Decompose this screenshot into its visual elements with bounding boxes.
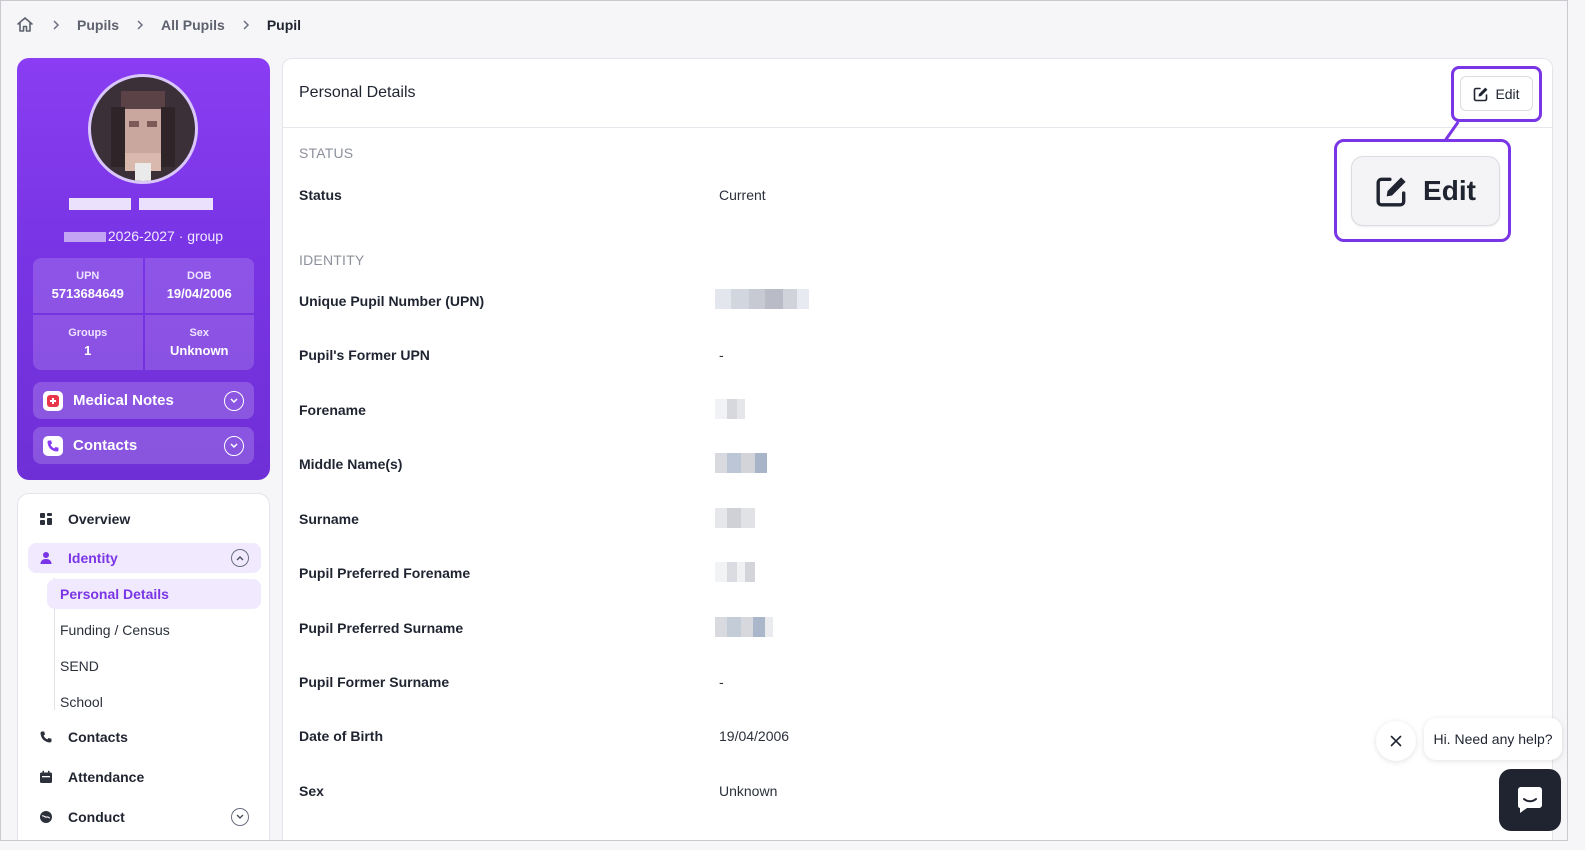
- close-icon: [1390, 735, 1402, 747]
- field-value-status: Current: [719, 187, 766, 203]
- globe-icon: [38, 809, 54, 825]
- breadcrumb-all-pupils[interactable]: All Pupils: [161, 17, 225, 33]
- nav-conduct[interactable]: Conduct: [28, 802, 261, 832]
- home-icon[interactable]: [15, 15, 35, 35]
- field-label-surname: Surname: [299, 511, 359, 527]
- field-label-dob: Date of Birth: [299, 728, 383, 744]
- pupil-side-nav: Overview Identity Personal Details Fundi…: [17, 493, 270, 840]
- breadcrumb: Pupils All Pupils Pupil: [15, 13, 301, 37]
- nav-attendance[interactable]: Attendance: [28, 762, 261, 792]
- chevron-up-icon[interactable]: [231, 549, 249, 567]
- chevron-down-icon[interactable]: [231, 808, 249, 826]
- nav-identity[interactable]: Identity: [28, 543, 261, 573]
- breadcrumb-pupil: Pupil: [266, 17, 302, 33]
- help-message-bubble[interactable]: Hi. Need any help?: [1424, 718, 1562, 760]
- grid-icon: [38, 511, 54, 527]
- field-value-former-surname: -: [719, 674, 724, 690]
- edit-zoom-callout: Edit: [1334, 139, 1511, 242]
- field-value-forename-redacted: [715, 399, 745, 419]
- medical-icon: [43, 390, 63, 411]
- section-status: STATUS: [299, 145, 354, 161]
- edit-button-zoomed: Edit: [1351, 156, 1500, 226]
- nav-contacts[interactable]: Contacts: [28, 722, 261, 752]
- field-label-status: Status: [299, 187, 342, 203]
- field-value-preferred-forename-redacted: [715, 562, 755, 582]
- panel-header: Personal Details Edit: [283, 59, 1552, 128]
- contacts-toggle[interactable]: Contacts: [33, 427, 254, 464]
- chevron-right-icon: [51, 19, 61, 31]
- phone-icon: [43, 435, 63, 456]
- group-line: 2026-2027 · group: [17, 228, 270, 244]
- field-label-preferred-surname: Pupil Preferred Surname: [299, 620, 464, 636]
- subnav-send[interactable]: SEND: [47, 651, 261, 681]
- phone-icon: [38, 729, 54, 745]
- subnav-school[interactable]: School: [47, 687, 261, 717]
- user-icon: [38, 550, 54, 566]
- field-label-sex: Sex: [299, 783, 324, 799]
- app-window: Pupils All Pupils Pupil 2026-2027 · grou…: [0, 0, 1568, 841]
- field-label-former-upn: Pupil's Former UPN: [299, 347, 430, 363]
- field-value-former-upn: -: [719, 347, 724, 363]
- edit-icon: [1473, 86, 1489, 102]
- stat-dob: DOB 19/04/2006: [144, 258, 254, 313]
- edit-button[interactable]: Edit: [1460, 76, 1533, 111]
- calendar-icon: [38, 769, 54, 785]
- help-close-button[interactable]: [1376, 721, 1416, 761]
- stat-upn: UPN 5713684649: [33, 258, 143, 313]
- subnav-personal-details[interactable]: Personal Details: [47, 579, 261, 609]
- chat-icon: [1513, 783, 1547, 817]
- field-label-preferred-forename: Pupil Preferred Forename: [299, 565, 471, 581]
- chevron-right-icon: [241, 19, 251, 31]
- field-label-upn: Unique Pupil Number (UPN): [299, 293, 485, 309]
- breadcrumb-pupils[interactable]: Pupils: [77, 17, 119, 33]
- edit-icon: [1375, 174, 1409, 208]
- field-label-forename: Forename: [299, 402, 366, 418]
- pupil-name-redacted: [69, 198, 213, 212]
- field-label-middle-names: Middle Name(s): [299, 456, 403, 472]
- help-chat-launcher[interactable]: [1499, 769, 1561, 831]
- field-value-sex: Unknown: [719, 783, 778, 799]
- panel-title: Personal Details: [299, 84, 416, 101]
- subnav-funding-census[interactable]: Funding / Census: [47, 615, 261, 645]
- chevron-right-icon: [135, 19, 145, 31]
- field-value-upn-redacted: [715, 289, 809, 309]
- pupil-stats: UPN 5713684649 DOB 19/04/2006 Groups 1 S…: [33, 258, 254, 370]
- field-value-dob: 19/04/2006: [719, 728, 790, 744]
- chevron-down-icon: [224, 435, 244, 456]
- nav-overview[interactable]: Overview: [28, 504, 261, 534]
- field-value-surname-redacted: [715, 508, 755, 528]
- field-value-middle-names-redacted: [715, 453, 767, 473]
- field-value-preferred-surname-redacted: [715, 617, 773, 637]
- avatar: [88, 74, 198, 184]
- stat-groups: Groups 1: [33, 315, 143, 370]
- stat-sex: Sex Unknown: [144, 315, 254, 370]
- medical-notes-toggle[interactable]: Medical Notes: [33, 382, 254, 419]
- field-label-former-surname: Pupil Former Surname: [299, 674, 450, 690]
- chevron-down-icon: [224, 390, 244, 411]
- section-identity: IDENTITY: [299, 252, 365, 268]
- pupil-profile-card: 2026-2027 · group UPN 5713684649 DOB 19/…: [17, 58, 270, 480]
